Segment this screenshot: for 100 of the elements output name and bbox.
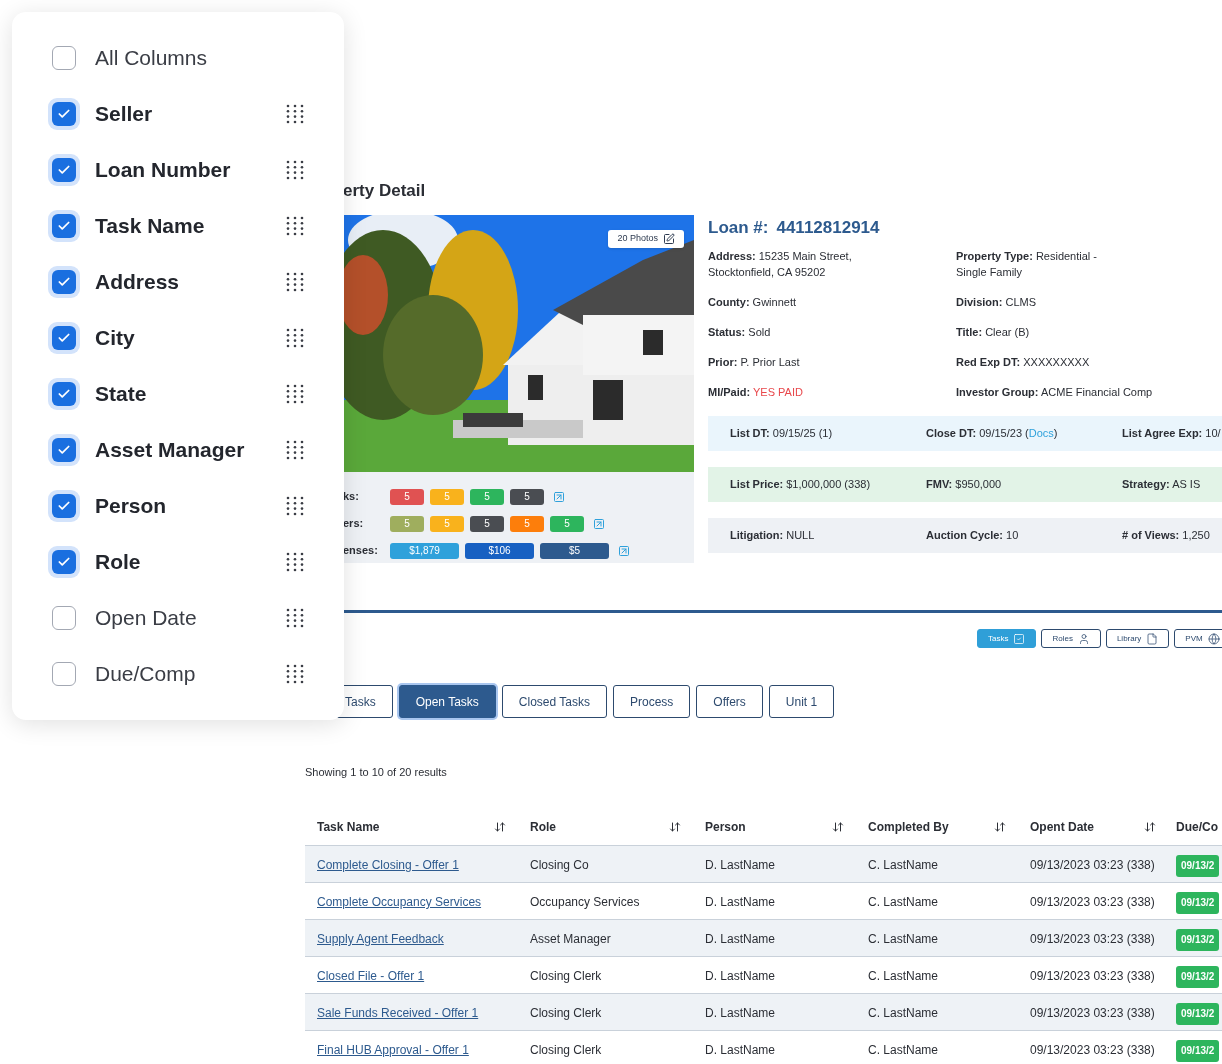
count-badge: 5 [430,515,464,532]
open-link-icon[interactable] [593,517,605,530]
drag-handle-icon[interactable] [286,216,306,236]
task-link[interactable]: Final HUB Approval - Offer 1 [317,1043,469,1057]
task-link[interactable]: Complete Closing - Offer 1 [317,858,459,872]
checkbox[interactable] [48,546,80,578]
check-icon [57,499,71,513]
table-cell: D. LastName [705,895,776,909]
toolbar-button[interactable]: Library [1105,629,1170,648]
stat-label: enses: [343,543,379,559]
table-cell: D. LastName [705,932,776,946]
checkbox[interactable] [48,434,80,466]
table-cell: C. LastName [868,895,939,909]
check-icon [57,555,71,569]
drag-handle-icon[interactable] [286,384,306,404]
column-label: All Columns [95,45,208,72]
column-label: Asset Manager [95,437,245,464]
table-cell: Closing Co [530,858,589,872]
detail-text: Property Type: Residential - Single Family [956,250,1097,278]
sort-icon[interactable] [832,821,844,833]
photos-button[interactable]: 20 Photos [608,230,684,248]
toolbar-button[interactable]: PVM [1174,629,1222,648]
table-cell: C. LastName [868,858,939,872]
table-cell: Closing Clerk [530,1006,602,1020]
tab[interactable]: Closed Tasks [501,685,607,718]
column-header[interactable]: Task Name [317,818,380,836]
table-cell: 09/13/2023 03:23 (338) [1030,932,1155,946]
task-link[interactable]: Sale Funds Received - Offer 1 [317,1006,479,1020]
sort-icon[interactable] [994,821,1006,833]
toolbar-button[interactable]: Roles [1041,629,1101,648]
table-cell: D. LastName [705,858,776,872]
table-cell: D. LastName [705,969,776,983]
drag-handle-icon[interactable] [286,552,306,572]
column-header[interactable]: Person [705,818,746,836]
check-icon [57,163,71,177]
drag-handle-icon[interactable] [286,160,306,180]
tab[interactable]: Open Tasks [398,685,496,718]
checkbox[interactable] [48,154,80,186]
task-link[interactable]: Closed File - Offer 1 [317,969,425,983]
due-date-badge: 09/13/2 [1176,965,1220,988]
count-badge: 5 [470,515,504,532]
drag-handle-icon[interactable] [286,664,306,684]
column-label: Task Name [95,213,205,240]
due-date-badge: 09/13/2 [1176,928,1220,951]
tab[interactable]: Process [613,685,691,718]
tab[interactable]: Offers [696,685,763,718]
column-label: Open Date [95,605,197,632]
globe-icon [1207,632,1220,645]
table-cell: 09/13/2023 03:23 (338) [1030,1043,1155,1057]
checkbox[interactable] [48,490,80,522]
table-cell: C. LastName [868,932,939,946]
detail-text: Title: Clear (B) [956,326,1030,338]
band-field: List DT: 09/15/25 (1) [730,427,833,440]
drag-handle-icon[interactable] [286,496,306,516]
column-label: State [95,381,147,408]
checkbox[interactable] [52,46,76,70]
task-link[interactable]: Supply Agent Feedback [317,932,444,946]
checkbox[interactable] [48,210,80,242]
detail-text: MI/Paid: YES PAID [708,386,803,398]
drag-handle-icon[interactable] [286,272,306,292]
table-cell: 09/13/2023 03:23 (338) [1030,1006,1155,1020]
drag-handle-icon[interactable] [286,328,306,348]
check-icon [57,443,71,457]
results-count: Showing 1 to 10 of 20 results [305,765,448,780]
section-title: erty Detail [343,180,427,202]
drag-handle-icon[interactable] [286,104,306,124]
band-field: Close DT: 09/15/23 (Docs) [926,427,1058,440]
table-cell: Closing Clerk [530,969,602,983]
sort-icon[interactable] [1144,821,1156,833]
band-field: Litigation: NULL [730,529,815,542]
checkbox[interactable] [48,98,80,130]
column-label: Person [95,493,167,520]
count-badge: 5 [550,515,584,532]
tab[interactable]: Unit 1 [768,685,835,718]
checkbox[interactable] [48,322,80,354]
checkbox[interactable] [48,378,80,410]
count-badge: 5 [510,515,544,532]
column-label: Address [95,269,180,296]
sort-icon[interactable] [669,821,681,833]
detail-text: Red Exp DT: XXXXXXXXX [956,356,1090,368]
checkbox[interactable] [48,266,80,298]
table-cell: Occupancy Services [530,895,640,909]
column-header[interactable]: Due/Co [1176,818,1218,836]
drag-handle-icon[interactable] [286,608,306,628]
sort-icon[interactable] [494,821,506,833]
checkbox[interactable] [52,662,76,686]
open-link-icon[interactable] [618,544,630,557]
table-cell: C. LastName [868,1006,939,1020]
drag-handle-icon[interactable] [286,440,306,460]
edit-icon [663,233,675,245]
open-link-icon[interactable] [553,490,565,503]
column-header[interactable]: Opent Date [1030,818,1094,836]
column-label: Role [95,549,141,576]
column-header[interactable]: Completed By [868,818,949,836]
column-header[interactable]: Role [530,818,556,836]
band-field: Strategy: AS IS [1122,478,1201,491]
checkbox[interactable] [52,606,76,630]
detail-text: Status: Sold [708,326,771,338]
user-icon [1077,632,1090,645]
task-link[interactable]: Complete Occupancy Services [317,895,482,909]
